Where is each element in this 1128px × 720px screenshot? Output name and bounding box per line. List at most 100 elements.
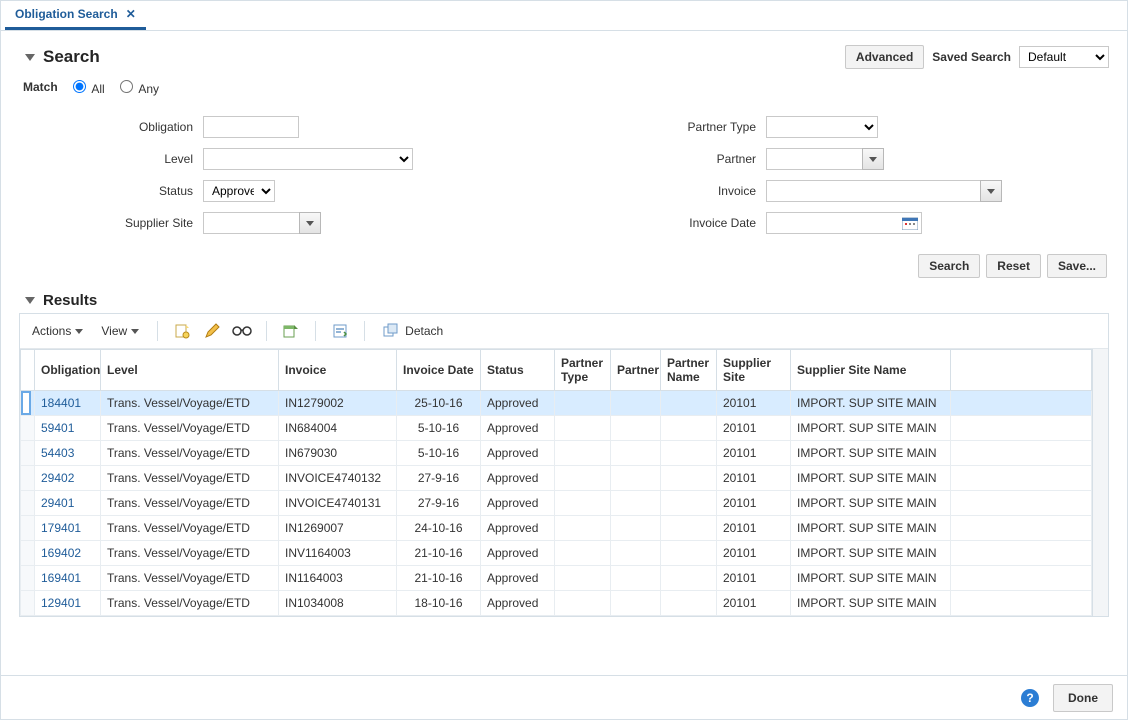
col-status[interactable]: Status <box>481 350 555 391</box>
table-row[interactable]: 179401Trans. Vessel/Voyage/ETDIN12690072… <box>21 516 1092 541</box>
row-handle[interactable] <box>21 516 35 541</box>
table-row[interactable]: 59401Trans. Vessel/Voyage/ETDIN6840045-1… <box>21 416 1092 441</box>
cell-status: Approved <box>481 441 555 466</box>
cell-level: Trans. Vessel/Voyage/ETD <box>101 516 279 541</box>
row-handle[interactable] <box>21 391 35 416</box>
cell-invoice-date: 24-10-16 <box>397 516 481 541</box>
cell-partner-name <box>661 466 717 491</box>
cell-invoice-date: 27-9-16 <box>397 466 481 491</box>
invoice-label: Invoice <box>586 184 766 198</box>
obligation-input[interactable] <box>203 116 299 138</box>
row-handle[interactable] <box>21 441 35 466</box>
view-icon[interactable] <box>230 320 254 342</box>
saved-search-select[interactable]: Default <box>1019 46 1109 68</box>
tab-obligation-search[interactable]: Obligation Search ✕ <box>5 1 146 30</box>
results-section-header[interactable]: Results <box>25 292 1109 309</box>
row-handle[interactable] <box>21 541 35 566</box>
cell-obligation[interactable]: 59401 <box>35 416 101 441</box>
col-supplier-site-name[interactable]: Supplier Site Name <box>791 350 951 391</box>
table-row[interactable]: 169401Trans. Vessel/Voyage/ETDIN11640032… <box>21 566 1092 591</box>
chevron-down-icon <box>75 329 83 334</box>
cell-supplier-site: 20101 <box>717 566 791 591</box>
actions-menu[interactable]: Actions <box>26 321 89 341</box>
cell-supplier-site: 20101 <box>717 541 791 566</box>
cell-partner <box>611 466 661 491</box>
cell-level: Trans. Vessel/Voyage/ETD <box>101 466 279 491</box>
cell-obligation[interactable]: 179401 <box>35 516 101 541</box>
dropdown-icon[interactable] <box>980 180 1002 202</box>
supplier-site-input[interactable] <box>203 212 299 234</box>
search-button[interactable]: Search <box>918 254 980 278</box>
col-partner-name[interactable]: Partner Name <box>661 350 717 391</box>
dropdown-icon[interactable] <box>862 148 884 170</box>
supplier-site-combo[interactable] <box>203 212 321 234</box>
row-handle[interactable] <box>21 416 35 441</box>
col-invoice[interactable]: Invoice <box>279 350 397 391</box>
export-icon[interactable] <box>279 320 303 342</box>
cell-partner <box>611 516 661 541</box>
partner-type-select[interactable] <box>766 116 878 138</box>
separator <box>315 321 316 341</box>
cell-partner <box>611 566 661 591</box>
separator <box>266 321 267 341</box>
col-partner-type[interactable]: Partner Type <box>555 350 611 391</box>
col-obligation[interactable]: Obligation <box>35 350 101 391</box>
cell-invoice-date: 27-9-16 <box>397 491 481 516</box>
table-row[interactable]: 129401Trans. Vessel/Voyage/ETDIN10340081… <box>21 591 1092 616</box>
invoice-input[interactable] <box>766 180 980 202</box>
view-menu[interactable]: View <box>95 321 145 341</box>
done-button[interactable]: Done <box>1053 684 1113 712</box>
col-level[interactable]: Level <box>101 350 279 391</box>
partner-combo[interactable] <box>766 148 884 170</box>
dropdown-icon[interactable] <box>299 212 321 234</box>
tab-bar: Obligation Search ✕ <box>1 1 1127 31</box>
table-scrollbar[interactable] <box>1092 349 1108 616</box>
save-button[interactable]: Save... <box>1047 254 1107 278</box>
cell-obligation[interactable]: 169402 <box>35 541 101 566</box>
status-select[interactable]: Approved <box>203 180 275 202</box>
match-any-option[interactable]: Any <box>115 77 159 96</box>
cell-obligation[interactable]: 29402 <box>35 466 101 491</box>
table-row[interactable]: 29401Trans. Vessel/Voyage/ETDINVOICE4740… <box>21 491 1092 516</box>
match-all-radio[interactable] <box>73 80 86 93</box>
cell-obligation[interactable]: 184401 <box>35 391 101 416</box>
cell-obligation[interactable]: 169401 <box>35 566 101 591</box>
cell-obligation[interactable]: 29401 <box>35 491 101 516</box>
col-partner[interactable]: Partner <box>611 350 661 391</box>
search-section-header[interactable]: Search <box>25 47 100 67</box>
table-row[interactable]: 184401Trans. Vessel/Voyage/ETDIN12790022… <box>21 391 1092 416</box>
table-row[interactable]: 54403Trans. Vessel/Voyage/ETDIN6790305-1… <box>21 441 1092 466</box>
row-handle[interactable] <box>21 591 35 616</box>
advanced-button[interactable]: Advanced <box>845 45 924 69</box>
invoice-date-input[interactable] <box>766 212 922 234</box>
partner-input[interactable] <box>766 148 862 170</box>
cell-partner-type <box>555 441 611 466</box>
wrap-icon[interactable] <box>328 320 352 342</box>
match-all-option[interactable]: All <box>68 77 105 96</box>
reset-button[interactable]: Reset <box>986 254 1041 278</box>
supplier-site-label: Supplier Site <box>23 216 203 230</box>
create-icon[interactable] <box>170 320 194 342</box>
cell-partner-name <box>661 541 717 566</box>
row-handle[interactable] <box>21 566 35 591</box>
cell-status: Approved <box>481 466 555 491</box>
table-row[interactable]: 169402Trans. Vessel/Voyage/ETDINV1164003… <box>21 541 1092 566</box>
row-handle[interactable] <box>21 491 35 516</box>
match-any-radio[interactable] <box>120 80 133 93</box>
edit-icon[interactable] <box>200 320 224 342</box>
col-invoice-date[interactable]: Invoice Date <box>397 350 481 391</box>
cell-obligation[interactable]: 129401 <box>35 591 101 616</box>
cell-invoice-date: 18-10-16 <box>397 591 481 616</box>
cell-obligation[interactable]: 54403 <box>35 441 101 466</box>
invoice-combo[interactable] <box>766 180 1002 202</box>
cell-supplier-site: 20101 <box>717 491 791 516</box>
cell-partner-name <box>661 591 717 616</box>
close-icon[interactable]: ✕ <box>126 7 136 21</box>
table-row[interactable]: 29402Trans. Vessel/Voyage/ETDINVOICE4740… <box>21 466 1092 491</box>
help-icon[interactable]: ? <box>1021 689 1039 707</box>
cell-partner-type <box>555 516 611 541</box>
detach-button[interactable]: Detach <box>377 321 449 341</box>
row-handle[interactable] <box>21 466 35 491</box>
col-supplier-site[interactable]: Supplier Site <box>717 350 791 391</box>
level-select[interactable] <box>203 148 413 170</box>
